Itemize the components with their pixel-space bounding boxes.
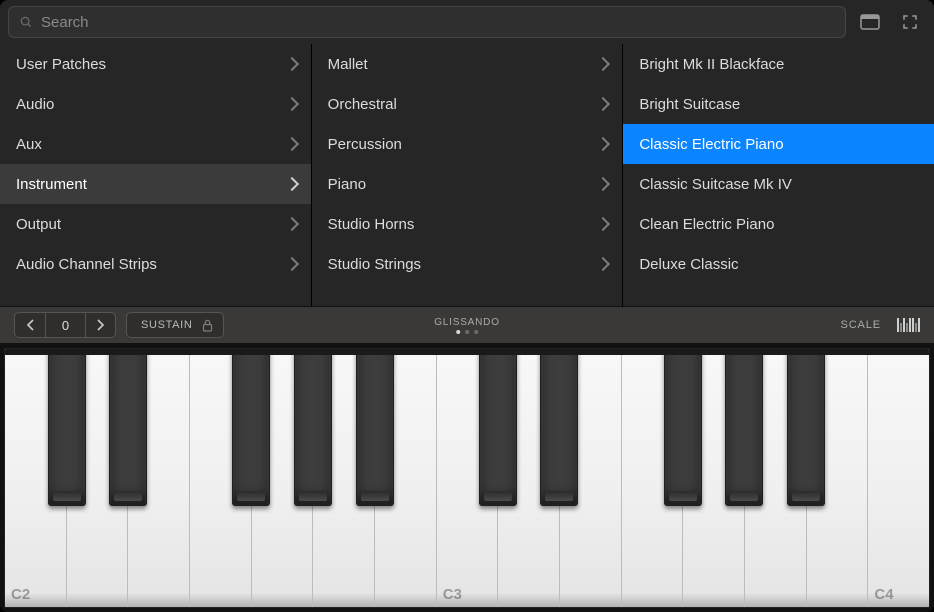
- browser-item[interactable]: Deluxe Classic: [623, 244, 934, 284]
- browser-item[interactable]: Instrument: [0, 164, 311, 204]
- piano-felt: [5, 349, 929, 355]
- lock-icon: [202, 319, 213, 332]
- black-key[interactable]: [232, 349, 270, 506]
- octave-down-button[interactable]: [15, 313, 45, 337]
- octave-stepper[interactable]: 0: [14, 312, 116, 338]
- scale-button[interactable]: SCALE: [841, 319, 881, 331]
- browser-item[interactable]: Bright Suitcase: [623, 84, 934, 124]
- window-mode-button[interactable]: [854, 6, 886, 38]
- black-key[interactable]: [356, 349, 394, 506]
- dot-1: [456, 330, 460, 334]
- browser-item[interactable]: Studio Strings: [312, 244, 623, 284]
- sustain-label: SUSTAIN: [141, 319, 192, 331]
- browser-item[interactable]: Piano: [312, 164, 623, 204]
- chevron-left-icon: [26, 319, 35, 331]
- key-label: C4: [874, 586, 893, 603]
- black-key[interactable]: [48, 349, 86, 506]
- white-key[interactable]: C4: [868, 349, 929, 607]
- search-input[interactable]: [41, 14, 835, 31]
- fullscreen-button[interactable]: [894, 6, 926, 38]
- browser-item[interactable]: Output: [0, 204, 311, 244]
- search-field[interactable]: [8, 6, 846, 38]
- key-label: C3: [443, 586, 462, 603]
- keyboard-mode-label: GLISSANDO: [434, 317, 500, 328]
- black-key[interactable]: [787, 349, 825, 506]
- browser-item[interactable]: Audio: [0, 84, 311, 124]
- browser-item[interactable]: Studio Horns: [312, 204, 623, 244]
- browser-item[interactable]: Classic Suitcase Mk IV: [623, 164, 934, 204]
- black-key[interactable]: [664, 349, 702, 506]
- key-label: C2: [11, 586, 30, 603]
- browser-item[interactable]: User Patches: [0, 44, 311, 84]
- expand-icon: [901, 13, 919, 31]
- browser-item[interactable]: Clean Electric Piano: [623, 204, 934, 244]
- browser-item[interactable]: Mallet: [312, 44, 623, 84]
- black-key[interactable]: [109, 349, 147, 506]
- keyboard-range-button[interactable]: [897, 318, 920, 332]
- black-key[interactable]: [294, 349, 332, 506]
- octave-up-button[interactable]: [85, 313, 115, 337]
- piano-keyboard[interactable]: C2 C3 C4: [4, 348, 930, 608]
- browser-item[interactable]: Audio Channel Strips: [0, 244, 311, 284]
- sustain-button[interactable]: SUSTAIN: [126, 312, 224, 338]
- browser-item[interactable]: Orchestral: [312, 84, 623, 124]
- octave-value: 0: [45, 313, 85, 337]
- browser-item[interactable]: Bright Mk II Blackface: [623, 44, 934, 84]
- browser-item[interactable]: Percussion: [312, 124, 623, 164]
- dot-2: [465, 330, 469, 334]
- black-key[interactable]: [725, 349, 763, 506]
- search-icon: [19, 15, 33, 29]
- keyboard-toolbar: 0 SUSTAIN GLISSANDO SCALE: [0, 306, 934, 344]
- black-key[interactable]: [540, 349, 578, 506]
- dot-3: [474, 330, 478, 334]
- browser-item[interactable]: Aux: [0, 124, 311, 164]
- page-dots[interactable]: [456, 330, 478, 334]
- window-icon: [860, 14, 880, 30]
- patch-browser: User PatchesAudioAuxInstrumentOutputAudi…: [0, 44, 934, 306]
- browser-item[interactable]: Classic Electric Piano: [623, 124, 934, 164]
- chevron-right-icon: [96, 319, 105, 331]
- black-key[interactable]: [479, 349, 517, 506]
